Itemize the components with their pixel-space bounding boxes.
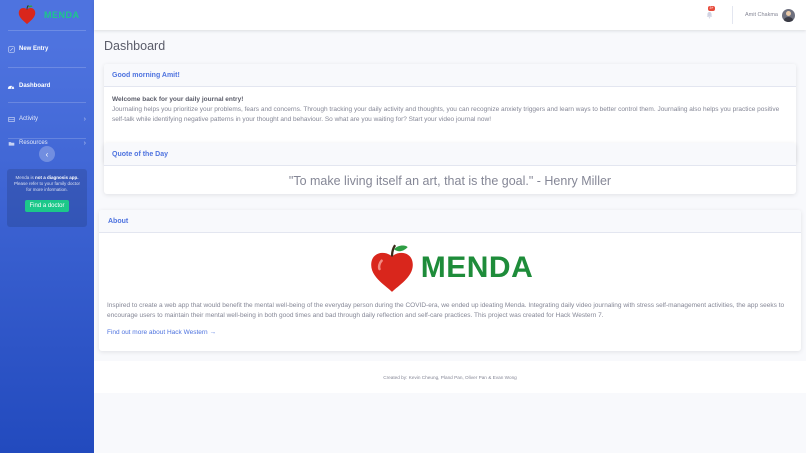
sidebar-item-dashboard[interactable]: Dashboard	[0, 74, 94, 98]
sidebar-item-label: New Entry	[19, 46, 49, 52]
about-logo-text: MENDA	[420, 251, 534, 284]
notice-prefix: Menda is	[15, 175, 35, 180]
welcome-text: Journaling helps you prioritize your pro…	[112, 105, 780, 123]
sidebar-divider	[8, 138, 86, 139]
about-card: About MENDA Inspired to create a web app…	[99, 210, 801, 351]
sidebar-item-label: Dashboard	[19, 83, 51, 89]
notice-bold: not a diagnosis app.	[35, 175, 79, 180]
notice-suffix: Please refer to your family doctor for m…	[13, 181, 81, 193]
quote-card: Quote of the Day "To make living itself …	[104, 143, 796, 194]
sidebar-notice-card: Menda is not a diagnosis app. Please ref…	[7, 169, 87, 227]
alerts-button[interactable]: 3+	[705, 6, 715, 20]
sidebar: MENDA New Entry Dashboard Activity › Res…	[0, 0, 94, 453]
hack-western-link[interactable]: Find out more about Hack Western →	[107, 329, 216, 336]
sidebar-item-label: Activity	[19, 116, 39, 122]
bell-icon	[707, 11, 713, 19]
sidebar-item-activity[interactable]: Activity ›	[0, 107, 94, 131]
tachometer-icon	[7, 82, 15, 90]
about-logo: MENDA	[99, 233, 801, 297]
chevron-right-icon: ›	[83, 115, 86, 123]
about-card-body: Inspired to create a web app that would …	[99, 297, 801, 344]
user-name[interactable]: Amit Chakma	[745, 12, 778, 18]
chevron-left-icon: ‹	[45, 149, 49, 159]
alerts-badge: 3+	[707, 6, 715, 11]
page-title: Dashboard	[104, 39, 166, 53]
avatar[interactable]	[782, 8, 795, 22]
folder-icon	[7, 139, 15, 147]
brand[interactable]: MENDA	[0, 0, 94, 30]
edit-icon	[7, 45, 15, 53]
apple-heart-logo-icon	[18, 5, 36, 25]
chevron-right-icon: ›	[83, 139, 86, 147]
quote-text: "To make living itself an art, that is t…	[288, 174, 612, 188]
brand-name: MENDA	[44, 10, 80, 20]
topbar: 3+ Amit Chakma	[94, 0, 806, 30]
sidebar-item-label: Resources	[19, 140, 48, 146]
footer: Created by: Kevin Cheung, Pland Pan, Oli…	[94, 361, 806, 393]
sidebar-toggle-button[interactable]: ‹	[39, 146, 55, 162]
footer-credits: Created by: Kevin Cheung, Pland Pan, Oli…	[383, 374, 517, 380]
quote-card-header: Quote of the Day	[104, 143, 796, 166]
about-text: Inspired to create a web app that would …	[107, 302, 785, 319]
about-card-header: About	[99, 210, 801, 233]
sidebar-item-new-entry[interactable]: New Entry	[0, 37, 94, 61]
topbar-divider	[731, 6, 733, 24]
sidebar-notice-text: Menda is not a diagnosis app. Please ref…	[13, 175, 81, 194]
apple-heart-logo-icon	[370, 244, 413, 292]
welcome-title: Welcome back for your daily journal entr…	[112, 96, 244, 103]
sidebar-divider	[8, 102, 86, 103]
welcome-card-body: Welcome back for your daily journal entr…	[104, 87, 796, 131]
welcome-card-header: Good morning Amit!	[104, 64, 796, 87]
list-icon	[7, 115, 15, 123]
find-doctor-button[interactable]: Find a doctor	[25, 199, 69, 212]
sidebar-divider	[8, 67, 86, 68]
sidebar-divider	[8, 30, 86, 31]
